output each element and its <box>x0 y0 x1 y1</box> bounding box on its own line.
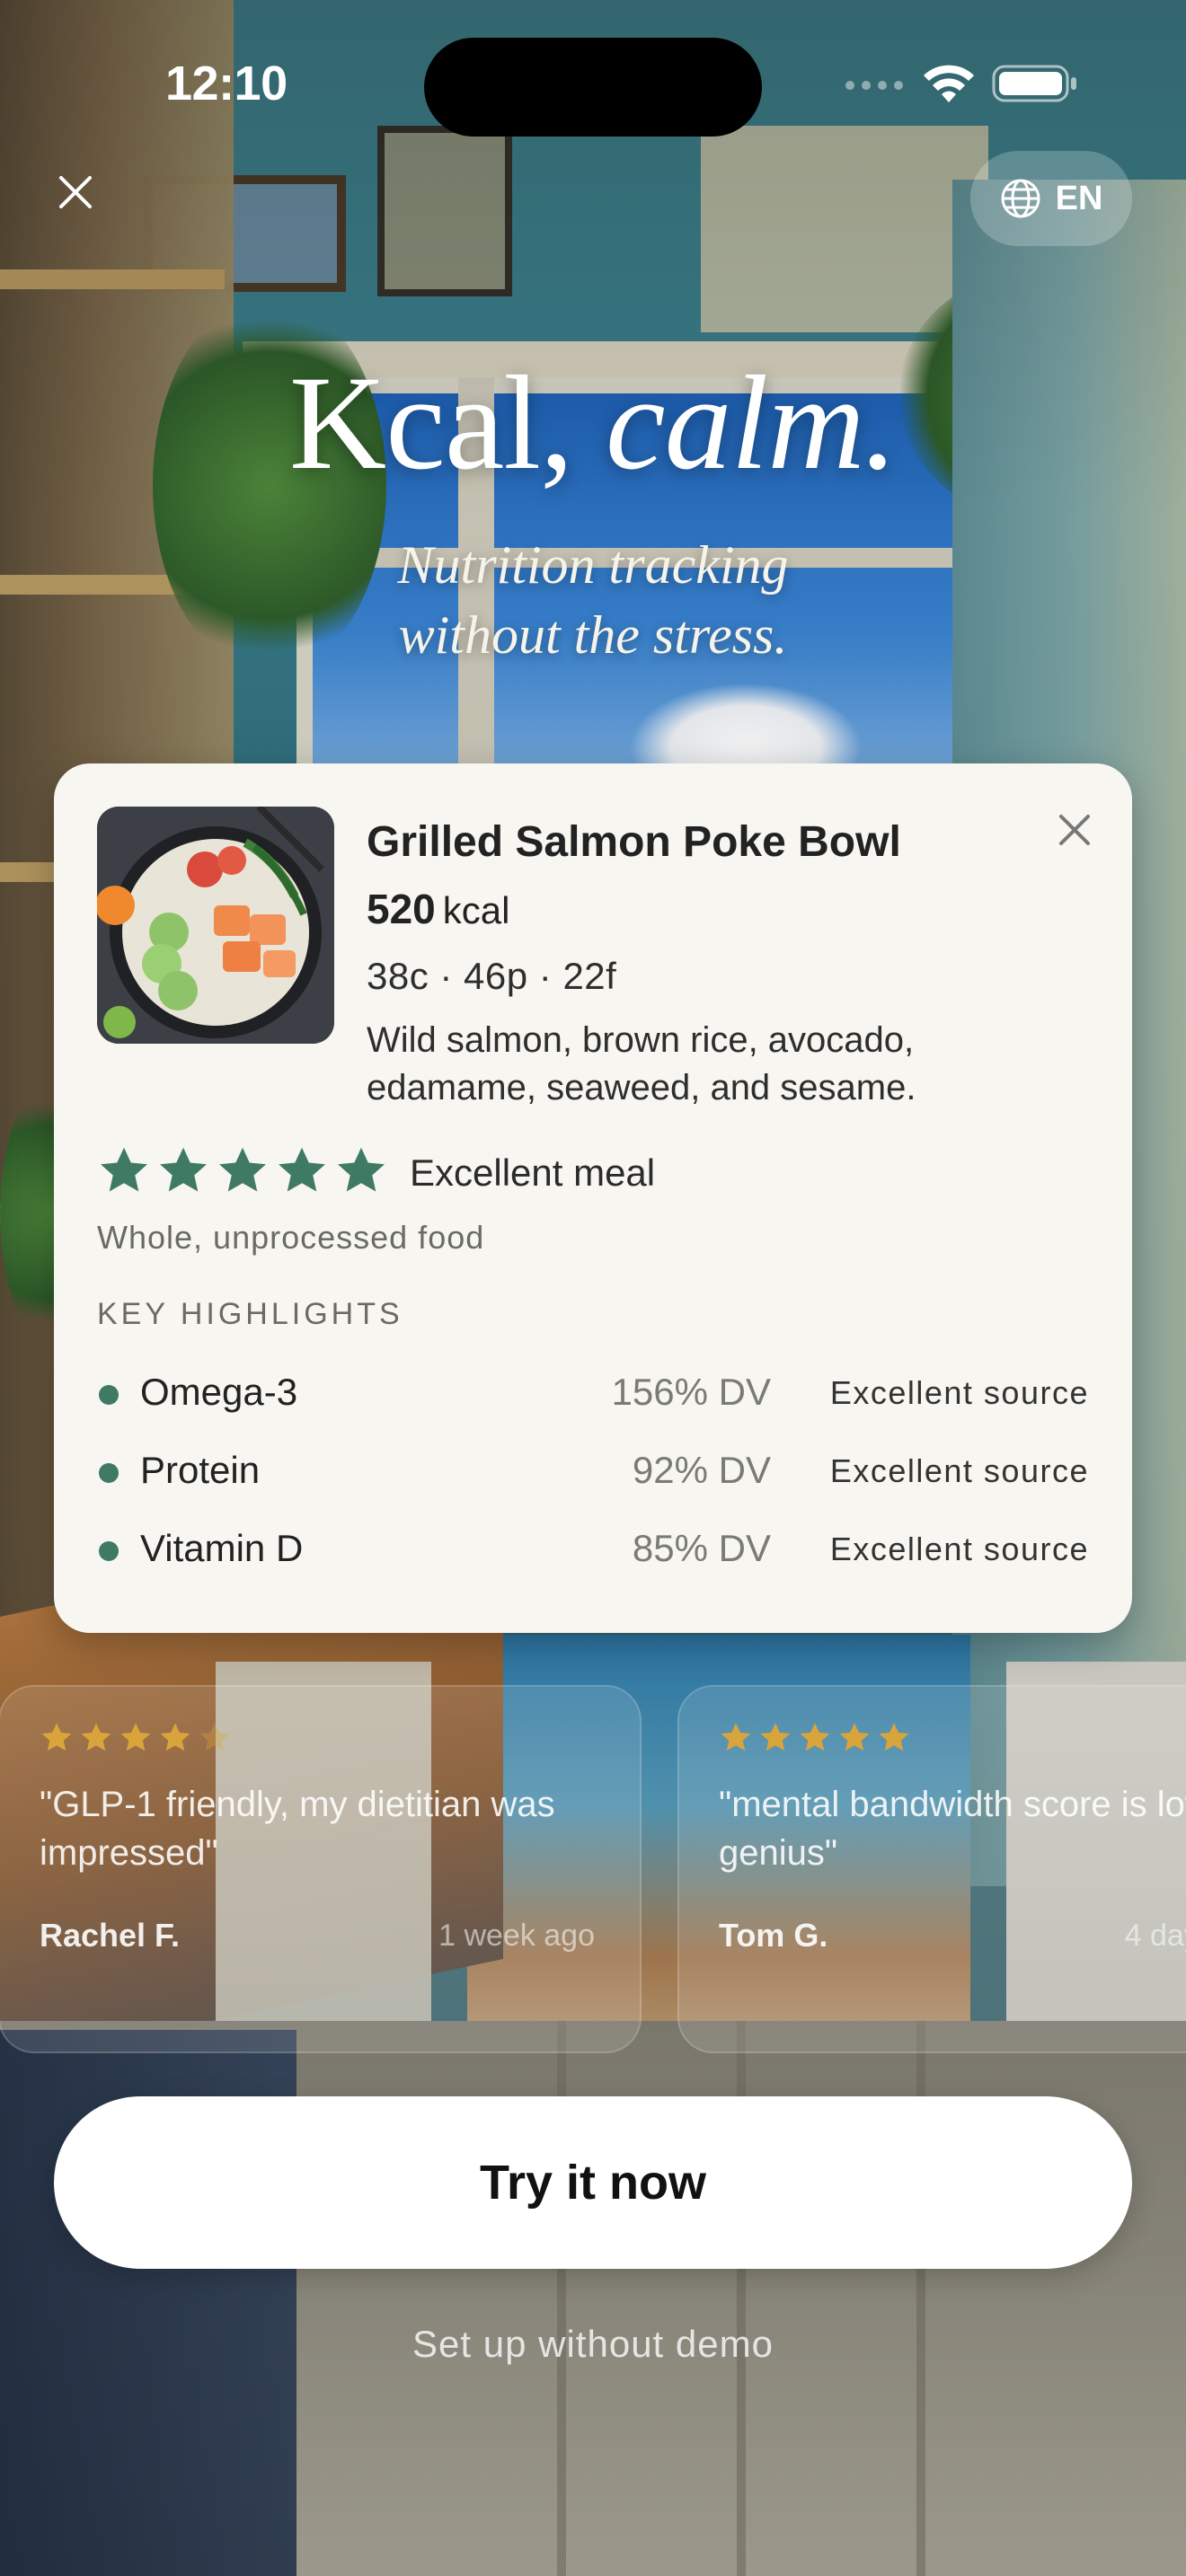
review-author: Tom G. <box>719 1917 828 1954</box>
nutrient-name: Protein <box>140 1449 261 1491</box>
star-icon <box>160 1147 207 1192</box>
star-icon <box>199 1723 230 1751</box>
meal-photo <box>97 807 334 1044</box>
star-icon <box>760 1723 791 1751</box>
setup-without-demo-link[interactable]: Set up without demo <box>0 2323 1186 2366</box>
nutrient-tag: Excellent source <box>829 1452 1089 1489</box>
dynamic-island <box>424 38 762 137</box>
star-icon <box>41 1723 72 1751</box>
bullet-dot <box>99 1463 119 1483</box>
star-icon <box>279 1147 325 1192</box>
status-time: 12:10 <box>165 57 288 110</box>
highlight-row: Vitamin D 85% DV Excellent source <box>97 1523 1089 1577</box>
star-icon <box>879 1723 909 1751</box>
meal-card: Grilled Salmon Poke Bowl 520 kcal 38c · 4… <box>54 763 1132 1633</box>
meal-description: Wild salmon, brown rice, avocado, edamam… <box>367 1020 916 1107</box>
star-icon <box>219 1147 266 1192</box>
hero-subtitle: Nutrition tracking without the stress. <box>397 535 789 665</box>
globe-icon <box>1001 179 1040 218</box>
review-time: 1 week ago <box>438 1919 595 1953</box>
nutrient-name: Vitamin D <box>140 1527 304 1569</box>
nutrient-dv: 156% DV <box>611 1371 771 1413</box>
status-icons <box>843 63 1078 104</box>
meal-name: Grilled Salmon Poke Bowl <box>367 818 901 866</box>
wifi-icon <box>924 65 974 102</box>
close-button[interactable] <box>50 167 101 217</box>
meal-calories: 520 kcal <box>367 886 510 932</box>
language-selector-button[interactable]: EN <box>970 151 1132 246</box>
star-icon <box>800 1723 830 1751</box>
star-icon <box>101 1147 147 1192</box>
close-icon <box>59 176 92 208</box>
star-icon <box>120 1723 151 1751</box>
review-text: "GLP-1 friendly, my dietitian was impres… <box>40 1785 555 1873</box>
review-stars <box>40 1721 232 1755</box>
review-text: "mental bandwidth score is lowkey genius… <box>719 1785 1186 1873</box>
highlight-row: Protein 92% DV Excellent source <box>97 1445 1089 1499</box>
nutrient-dv: 92% DV <box>632 1449 771 1491</box>
meal-macros: 38c · 46p · 22f <box>367 955 617 997</box>
nutrient-name: Omega-3 <box>140 1371 298 1413</box>
nutrient-tag: Excellent source <box>829 1374 1089 1411</box>
cellular-signal-icon <box>845 81 903 90</box>
highlight-row: Omega-3 156% DV Excellent source <box>97 1367 1089 1421</box>
highlights-heading: KEY HIGHLIGHTS <box>97 1297 403 1331</box>
star-icon <box>81 1723 111 1751</box>
try-it-now-label: Try it now <box>479 2156 707 2210</box>
nutrient-tag: Excellent source <box>829 1531 1089 1567</box>
review-card[interactable]: "GLP-1 friendly, my dietitian was impres… <box>0 1685 642 2053</box>
language-code: EN <box>1055 179 1103 217</box>
bullet-dot <box>99 1385 119 1405</box>
star-icon <box>338 1147 385 1192</box>
star-icon <box>160 1723 190 1751</box>
close-icon <box>1059 815 1090 845</box>
rating-label: Excellent meal <box>410 1151 656 1194</box>
nutrient-dv: 85% DV <box>632 1527 771 1569</box>
review-card[interactable]: "mental bandwidth score is lowkey genius… <box>677 1685 1186 2053</box>
card-close-button[interactable] <box>1049 805 1100 855</box>
bullet-dot <box>99 1541 119 1561</box>
reviews-carousel[interactable]: "GLP-1 friendly, my dietitian was impres… <box>0 1685 1186 2053</box>
rating-subtitle: Whole, unprocessed food <box>97 1219 485 1256</box>
star-icon <box>839 1723 870 1751</box>
battery-icon <box>992 65 1076 102</box>
hero-title: Kcal, calm. <box>288 348 898 498</box>
meal-rating-stars <box>97 1144 388 1198</box>
review-stars <box>719 1721 911 1755</box>
try-it-now-button[interactable]: Try it now <box>54 2096 1132 2269</box>
star-icon <box>721 1723 751 1751</box>
review-author: Rachel F. <box>40 1917 181 1954</box>
review-time: 4 days ago <box>1124 1919 1186 1953</box>
